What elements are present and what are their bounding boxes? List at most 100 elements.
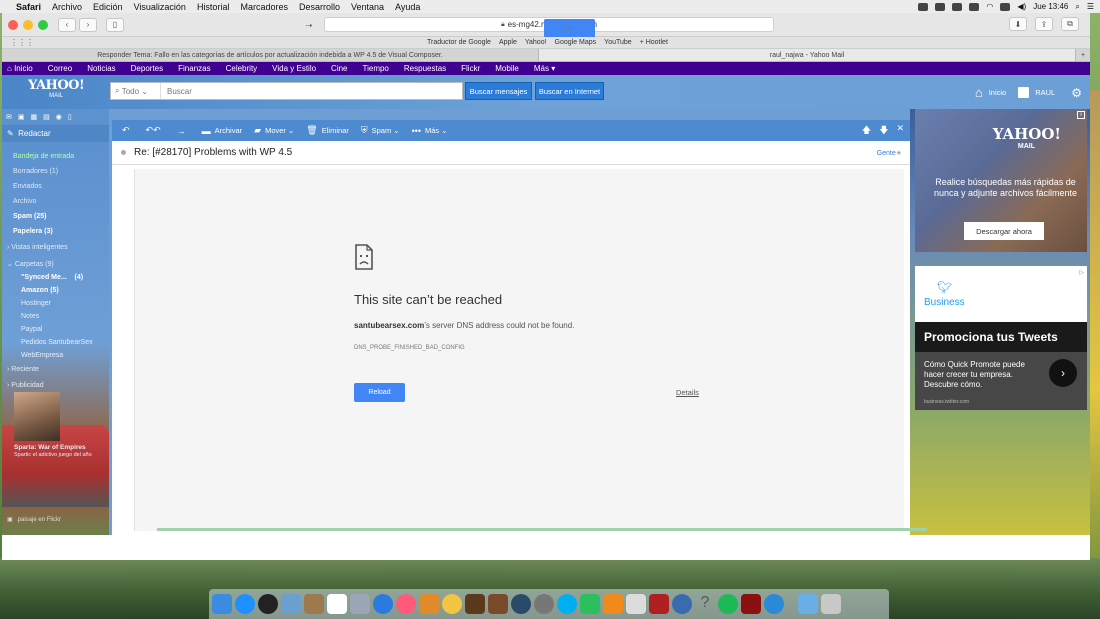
menu-ayuda[interactable]: Ayuda [395,2,420,12]
notification-center-icon[interactable]: ☰ [1087,2,1094,11]
menu-visualizacion[interactable]: Visualización [134,2,186,12]
notes-app-icon[interactable] [304,594,324,614]
launchpad-icon[interactable] [258,594,278,614]
search-input[interactable] [161,83,451,99]
yahoo-nav-tiempo[interactable]: Tiempo [363,64,389,73]
bluetooth-icon[interactable] [969,2,980,11]
reply-icon[interactable]: ↶ [122,125,134,136]
skype-icon[interactable] [557,594,577,614]
subfolder-pedidos[interactable]: Pedidos SantubearSex [21,339,93,346]
applications-folder-icon[interactable] [798,594,818,614]
itunes-icon[interactable] [396,594,416,614]
minimize-window-button[interactable] [23,19,33,30]
details-link[interactable]: Details [676,388,699,397]
zoom-window-button[interactable] [38,19,48,30]
reply-all-icon[interactable]: ↶↶ [146,125,165,136]
menu-edicion[interactable]: Edición [93,2,123,12]
subfolder-hostinger[interactable]: Hostinger [21,300,51,307]
skype-status-icon[interactable] [935,2,946,11]
search-web-button[interactable]: Buscar en Internet [535,82,604,100]
ad-download-button[interactable]: Descargar ahora [964,222,1044,240]
menu-historial[interactable]: Historial [197,2,230,12]
spotlight-icon[interactable]: ⌕ [1075,2,1079,12]
yahoo-nav-cine[interactable]: Cine [331,64,347,73]
search-mail-button[interactable]: Buscar mensajes [465,82,532,100]
parallels-icon[interactable] [672,594,692,614]
folder-sent[interactable]: Enviados [13,183,42,190]
recent-toggle[interactable]: › Reciente [7,366,39,373]
trash-icon[interactable] [821,594,841,614]
system-preferences-icon[interactable] [534,594,554,614]
subfolder-synced[interactable]: "Synced Me... (4) [21,274,83,281]
status-icon[interactable] [918,2,929,11]
forward-button[interactable]: › [79,17,97,32]
yahoo-nav-deportes[interactable]: Deportes [131,64,163,73]
ad-choices-icon[interactable]: ▷ [1079,269,1084,276]
unread-dot-icon[interactable] [121,150,126,155]
folder-trash[interactable]: Papelera (3) [13,228,53,235]
app-store-icon[interactable] [235,594,255,614]
photo-credit[interactable]: ▣ paisaje en Flickr [7,516,61,523]
notepad-icon[interactable]: ▤ [43,113,50,121]
compose-button[interactable]: ✎ Redactar [2,125,109,142]
ibooks-icon[interactable] [419,594,439,614]
subfolder-notes[interactable]: Notes [21,313,39,320]
yahoo-nav-vida-estilo[interactable]: Vida y Estilo [272,64,316,73]
garageband-icon[interactable] [488,594,508,614]
menu-app-name[interactable]: Safari [16,2,41,12]
textedit-icon[interactable] [626,594,646,614]
previous-message-icon[interactable]: 🡅 [862,123,871,139]
teamviewer-icon[interactable] [764,594,784,614]
menu-ventana[interactable]: Ventana [351,2,384,12]
yahoo-nav-mas[interactable]: Más ▾ [534,64,555,73]
people-link[interactable]: Gente★ [877,149,902,157]
spam-button[interactable]: ⛨ Spam ⌄ [361,125,400,136]
smart-views-toggle[interactable]: › Vistas inteligentes [7,244,68,251]
twitter-ad[interactable]: 🐦︎ Business ▷ Promociona tus Tweets Cómo… [915,266,1087,410]
vlc-icon[interactable] [603,594,623,614]
user-name[interactable]: RAUL [1035,88,1055,97]
downloads-icon[interactable]: ⬇ [1009,17,1027,31]
contacts-icon[interactable]: ▣ [18,113,25,121]
address-bar[interactable]: 🔒︎ es-mg42.mail.yahoo.com ↻ [324,17,774,38]
games-icon[interactable] [465,594,485,614]
top-sites-icon[interactable]: ⋮⋮⋮ [10,38,34,47]
tab-yahoo-mail[interactable]: raul_najwa - Yahoo Mail [539,49,1076,61]
more-button[interactable]: ••• Más ⌄ [412,126,448,136]
delete-button[interactable]: 🗑︎ Eliminar [306,125,349,136]
volume-icon[interactable]: ◀) [1017,2,1026,11]
folder-spam[interactable]: Spam (25) [13,213,46,220]
fav-link-youtube[interactable]: YouTube [604,39,632,46]
acrobat-icon[interactable] [741,594,761,614]
yahoo-nav-celebrity[interactable]: Celebrity [226,64,258,73]
finder-icon[interactable] [212,594,232,614]
safari-icon[interactable] [373,594,393,614]
reader-icon[interactable]: ⇢ [300,18,318,32]
move-button[interactable]: ▰ Mover ⌄ [254,125,294,136]
folder-drafts[interactable]: Borradores (1) [13,168,58,175]
close-icon[interactable]: ✕ [896,123,904,139]
display-icon[interactable] [1000,2,1011,11]
close-window-button[interactable] [8,19,18,30]
yahoo-nav-correo[interactable]: Correo [48,64,72,73]
promo-ad-title[interactable]: Sparta: War of Empires [14,444,86,451]
clock[interactable]: Jue 13:46 [1033,2,1068,11]
star-icon[interactable]: ★ [896,150,902,157]
calendar-app-icon[interactable] [327,594,347,614]
fav-link-google-maps[interactable]: Google Maps [555,39,597,46]
wifi-icon[interactable]: ◠ [986,2,993,11]
archive-button[interactable]: ▬ Archivar [202,126,243,136]
subfolder-webempresa[interactable]: WebEmpresa [21,352,63,359]
photo-booth-icon[interactable] [649,594,669,614]
menu-marcadores[interactable]: Marcadores [240,2,288,12]
new-tab-button[interactable]: + [1076,49,1090,61]
yahoo-nav-home[interactable]: ⌂ Inicio [7,64,33,73]
share-icon[interactable]: ⇪ [1035,17,1053,31]
forward-icon[interactable]: → [177,126,190,136]
fav-link-yahoo[interactable]: Yahoo! [525,39,547,46]
promo-ad-text[interactable]: Spartic el adictivo juego del año [14,452,106,459]
reload-icon[interactable]: ↻ [544,19,595,38]
yahoo-mail-logo[interactable]: YAHOO! MAIL [28,79,85,99]
subfolder-paypal[interactable]: Paypal [21,326,42,333]
arrow-right-icon[interactable]: › [1049,359,1077,387]
